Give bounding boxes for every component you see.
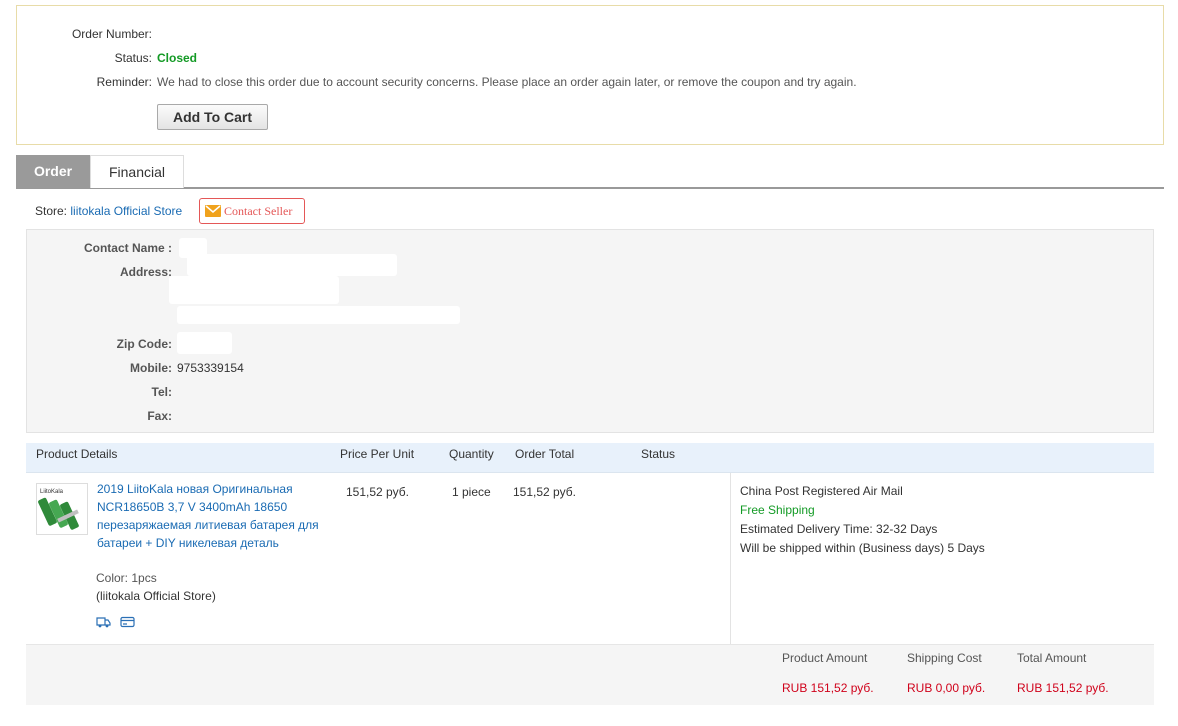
fax-label: Fax: — [147, 409, 172, 423]
product-thumbnail[interactable]: LiitoKala — [36, 483, 88, 535]
tel-label: Tel: — [151, 385, 172, 399]
order-total: 151,52 руб. — [513, 485, 576, 499]
thumb-brand-text: LiitoKala — [40, 489, 64, 495]
redacted-address-line — [177, 306, 460, 324]
table-row: LiitoKala 2019 LiitoKala новая Оригиналь… — [26, 473, 1154, 645]
store-line: Store: liitokala Official Store — [35, 198, 182, 224]
contact-seller-button[interactable]: Contact Seller — [199, 198, 305, 224]
divider — [730, 473, 731, 644]
card-icon[interactable] — [120, 616, 135, 628]
add-to-cart-button[interactable]: Add To Cart — [157, 104, 268, 130]
zip-code-label: Zip Code: — [116, 337, 172, 351]
total-amount-label: Total Amount — [1017, 651, 1087, 665]
shipping-cost-label: Shipping Cost — [907, 651, 982, 665]
header-product-details: Product Details — [36, 447, 118, 461]
shipping-method: China Post Registered Air Mail — [740, 484, 903, 498]
contact-seller-label: Contact Seller — [224, 204, 293, 218]
ship-within-label: Will be shipped within (Business days) — [740, 541, 945, 555]
product-store: (liitokala Official Store) — [96, 589, 216, 603]
header-status: Status — [641, 447, 676, 461]
product-table-header: Product Details Price Per Unit Quantity … — [26, 443, 1154, 473]
redacted-zip-code — [177, 332, 232, 354]
product-amount-value: RUB 151,52 руб. — [782, 681, 874, 695]
delivery-time-label: Estimated Delivery Time: — [740, 522, 873, 536]
delivery-time-value: 32-32 Days — [876, 522, 938, 536]
order-tabs: Order Financial — [16, 155, 1164, 189]
price-per-unit: 151,52 руб. — [346, 485, 409, 499]
ship-within: Will be shipped within (Business days) 5… — [740, 539, 985, 557]
mobile-label: Mobile: — [130, 361, 172, 375]
header-order-total: Order Total — [515, 447, 575, 461]
truck-icon[interactable] — [96, 616, 111, 628]
address-label: Address: — [119, 265, 172, 279]
tab-financial[interactable]: Financial — [90, 155, 184, 188]
order-summary: Order Number: Status: Closed Reminder: W… — [16, 5, 1164, 145]
redacted-address-line — [187, 254, 397, 276]
store-link[interactable]: liitokala Official Store — [70, 204, 182, 218]
status-label: Status: — [114, 51, 152, 65]
mobile-value: 9753339154 — [177, 361, 244, 375]
total-amount-value: RUB 151,52 руб. — [1017, 681, 1109, 695]
product-color: Color: 1pcs — [96, 571, 157, 585]
quantity: 1 piece — [452, 485, 491, 499]
contact-name-label: Contact Name : — [83, 241, 172, 255]
product-title-link[interactable]: 2019 LiitoKala новая Оригинальная NCR186… — [97, 480, 329, 552]
shipping-address-panel: Contact Name : Address: Zip Code: Mobile… — [26, 229, 1154, 433]
reminder-text: We had to close this order due to accoun… — [157, 75, 857, 89]
reminder-label: Reminder: — [96, 75, 152, 89]
ship-within-value: 5 Days — [947, 541, 985, 555]
mail-icon — [205, 205, 221, 217]
header-quantity: Quantity — [449, 447, 494, 461]
status-value: Closed — [157, 51, 198, 65]
header-price-per-unit: Price Per Unit — [340, 447, 415, 461]
delivery-time: Estimated Delivery Time: 32-32 Days — [740, 520, 937, 538]
shipping-cost-value: RUB 0,00 руб. — [907, 681, 986, 695]
tab-order[interactable]: Order — [16, 155, 90, 188]
product-amount-label: Product Amount — [782, 651, 868, 665]
order-totals: Product Amount Shipping Cost Total Amoun… — [26, 645, 1154, 705]
store-label: Store: — [35, 204, 68, 218]
redacted-address-line — [169, 276, 339, 304]
order-number-label: Order Number: — [71, 27, 152, 41]
free-shipping: Free Shipping — [740, 503, 815, 517]
